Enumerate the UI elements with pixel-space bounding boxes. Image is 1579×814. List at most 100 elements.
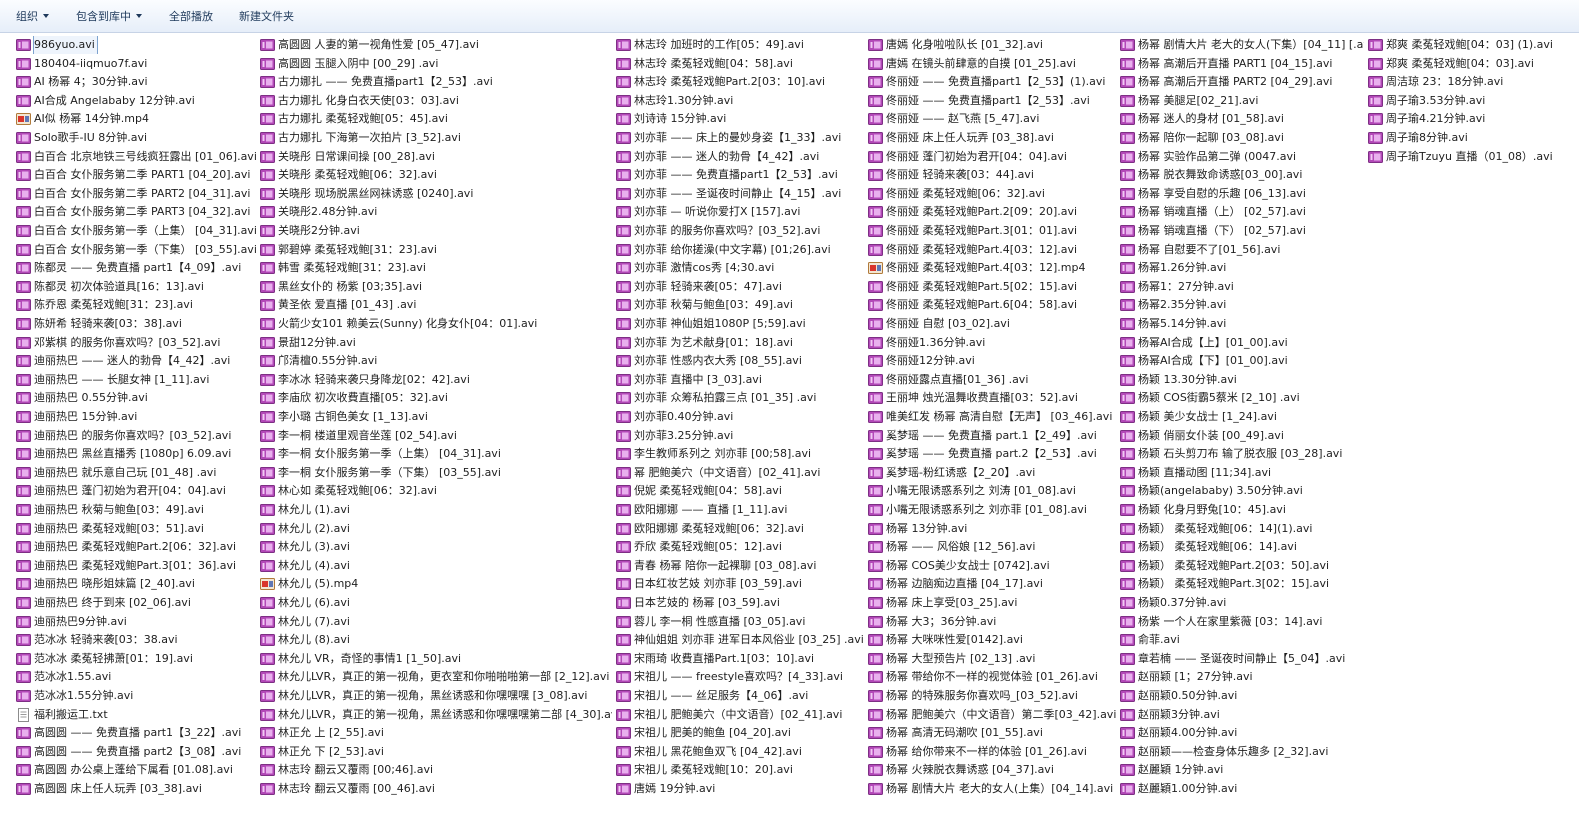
file-item[interactable]: 奚梦瑶 —— 免费直播 part.1【2_49】.avi — [868, 427, 1116, 445]
file-item[interactable]: 韩雪 柔菟轻戏鲍[31：23].avi — [260, 259, 612, 277]
file-item[interactable]: 郭碧婷 柔菟轻戏鲍[31：23].avi — [260, 241, 612, 259]
file-item[interactable]: 佟丽娅12分钟.avi — [868, 352, 1116, 370]
file-item[interactable]: 古力娜扎 下海第一次拍片 [3_52].avi — [260, 129, 612, 147]
file-item[interactable]: 迪丽热巴 秋菊与鲍鱼[03：49].avi — [16, 501, 256, 519]
file-item[interactable]: 奚梦瑶 —— 免费直播 part.2【2_53】.avi — [868, 445, 1116, 463]
file-item[interactable]: 迪丽热巴 柔菟轻戏鲍Part.3[01：36].avi — [16, 557, 256, 575]
file-item[interactable]: 李一桐 楼道里观音坐莲 [02_54].avi — [260, 427, 612, 445]
file-item[interactable]: AI合成 Angelababy 12分钟.avi — [16, 92, 256, 110]
file-item[interactable]: 林志玲 翻云又覆雨 [00_46].avi — [260, 780, 612, 798]
file-item[interactable]: 刘亦菲 性感内衣大秀 [08_55].avi — [616, 352, 864, 370]
file-item[interactable]: 高圆圆 玉腿入阴中 [00_29] .avi — [260, 55, 612, 73]
file-item[interactable]: 景甜12分钟.avi — [260, 334, 612, 352]
file-item[interactable]: 刘亦菲0.40分钟.avi — [616, 408, 864, 426]
file-item[interactable]: 林志玲 柔菟轻戏鲍Part.2[03：10].avi — [616, 73, 864, 91]
file-item[interactable]: 范冰冰 轻骑来袭[03：38.avi — [16, 631, 256, 649]
file-item[interactable]: 迪丽热巴 柔菟轻戏鲍[03：51].avi — [16, 520, 256, 538]
file-item[interactable]: 佟丽娅 自慰 [03_02].avi — [868, 315, 1116, 333]
file-item[interactable]: 宋祖儿 肥美的鲍鱼 [04_20].avi — [616, 724, 864, 742]
play-all-button[interactable]: 全部播放 — [169, 9, 213, 25]
file-item[interactable]: 李一桐 女仆服务第一季（上集） [04_31].avi — [260, 445, 612, 463]
file-item[interactable]: 高圆圆 —— 免费直播 part2【3_08】.avi — [16, 743, 256, 761]
file-item[interactable]: 佟丽娅 柔菟轻戏鲍Part.2[09：20].avi — [868, 203, 1116, 221]
file-item[interactable]: 杨颖 化身月野兔[10：45].avi — [1120, 501, 1364, 519]
file-item[interactable]: 林允儿 (6).avi — [260, 594, 612, 612]
file-item[interactable]: 刘诗诗 15分钟.avi — [616, 110, 864, 128]
file-item[interactable]: 杨颖 俏丽女仆装 [00_49].avi — [1120, 427, 1364, 445]
file-item[interactable]: 白百合 女仆服务第一季（下集） [03_55].avi — [16, 241, 256, 259]
file-item[interactable]: 白百合 女仆服务第二季 PART2 [04_31].avi — [16, 185, 256, 203]
file-item[interactable]: 迪丽热巴 就乐意自己玩 [01_48] .avi — [16, 464, 256, 482]
file-item[interactable]: 周子瑜4.21分钟.avi — [1368, 110, 1568, 128]
file-item[interactable]: 刘亦菲 给你搓澡(中文字幕) [01;26].avi — [616, 241, 864, 259]
file-item[interactable]: 陈妍希 轻骑来袭[03：38].avi — [16, 315, 256, 333]
file-item[interactable]: 周子瑜8分钟.avi — [1368, 129, 1568, 147]
file-item[interactable]: 林志玲1.30分钟.avi — [616, 92, 864, 110]
file-item[interactable]: 郑爽 柔菟轻戏鲍[04：03].avi — [1368, 55, 1568, 73]
file-item[interactable]: 李生教师系列之 刘亦菲 [00;58].avi — [616, 445, 864, 463]
file-item[interactable]: 福利搬运工.txt — [16, 706, 256, 724]
file-item[interactable]: 迪丽热巴 晓彤姐妹篇 [2_40].avi — [16, 575, 256, 593]
file-item[interactable]: 刘亦菲 神仙姐姐1080P [5;59].avi — [616, 315, 864, 333]
file-item[interactable]: 迪丽热巴 终于到来 [02_06].avi — [16, 594, 256, 612]
file-item[interactable]: 佟丽娅 柔菟轻戏鲍Part.6[04：58].avi — [868, 296, 1116, 314]
file-item[interactable]: 邓紫棋 的服务你喜欢吗？[03_52].avi — [16, 334, 256, 352]
file-item[interactable]: 杨幂 床上享受[03_25].avi — [868, 594, 1116, 612]
file-item[interactable]: 幂 肥鲍美穴（中文语音）[02_41].avi — [616, 464, 864, 482]
file-item[interactable]: 小嘴无限诱惑系列之 刘亦菲 [01_08].avi — [868, 501, 1116, 519]
file-item[interactable]: 杨幂 剧情大片 老大的女人(下集）[04_11] [.avi — [1120, 36, 1364, 54]
file-item[interactable]: 迪丽热巴 —— 长腿女神 [1_11].avi — [16, 371, 256, 389]
file-item[interactable]: 杨幂AI合成【上】[01_00].avi — [1120, 334, 1364, 352]
file-item[interactable]: 宋祖儿 黑花鲍鱼双飞 [04_42].avi — [616, 743, 864, 761]
file-item[interactable]: 刘亦菲 轻骑来袭[05：47].avi — [616, 278, 864, 296]
file-item[interactable]: 杨幂 肥鲍美穴（中文语音）第二季[03_42].avi — [868, 706, 1116, 724]
file-item[interactable]: 佟丽娅 床上任人玩弄 [03_38].avi — [868, 129, 1116, 147]
file-item[interactable]: 刘亦菲 —— 免费直播part1【2_53】.avi — [616, 166, 864, 184]
file-item[interactable]: AI 杨幂 4；30分钟.avi — [16, 73, 256, 91]
file-item[interactable]: 林允儿 (2).avi — [260, 520, 612, 538]
file-item[interactable]: 180404-iiqmuo7f.avi — [16, 55, 256, 73]
file-item[interactable]: 唐嫣 化身啦啦队长 [01_32].avi — [868, 36, 1116, 54]
file-item[interactable]: 林志玲 加班时的工作[05：49].avi — [616, 36, 864, 54]
file-item[interactable]: 迪丽热巴 的服务你喜欢吗？[03_52].avi — [16, 427, 256, 445]
file-item[interactable]: 林心如 柔菟轻戏鲍[06：32].avi — [260, 482, 612, 500]
file-item[interactable]: 杨幂 的特殊服务你喜欢吗_[03_52].avi — [868, 687, 1116, 705]
file-item[interactable]: 高圆圆 床上任人玩弄 [03_38].avi — [16, 780, 256, 798]
file-item[interactable]: 神仙姐姐 刘亦菲 进军日本风俗业 [03_25] .avi — [616, 631, 864, 649]
file-item[interactable]: 宋祖儿 柔菟轻戏鲍[10：20].avi — [616, 761, 864, 779]
file-item[interactable]: 白百合 女仆服务第一季（上集） [04_31].avi — [16, 222, 256, 240]
file-item[interactable]: 蓉儿 李一桐 性感直播 [03_05].avi — [616, 613, 864, 631]
file-item[interactable]: 林允儿LVR，真正的第一视角，更衣室和你啪啪啪第一部 [2_12].avi — [260, 668, 612, 686]
file-item[interactable]: 杨幂 陪你一起聊 [03_08].avi — [1120, 129, 1364, 147]
file-item[interactable]: 范冰冰1.55.avi — [16, 668, 256, 686]
file-item[interactable]: 刘亦菲 —— 圣诞夜时间静止【4_15】.avi — [616, 185, 864, 203]
file-item[interactable]: 关晓彤 日常课间操 [00_28].avi — [260, 148, 612, 166]
file-item[interactable]: 周子瑜Tzuyu 直播（01_08）.avi — [1368, 148, 1568, 166]
file-item[interactable]: 刘亦菲 的服务你喜欢吗？[03_52].avi — [616, 222, 864, 240]
file-item[interactable]: 古力娜扎 柔菟轻戏鲍[05：45].avi — [260, 110, 612, 128]
file-item[interactable]: 迪丽热巴 黑丝直播秀 [1080p] 6.09.avi — [16, 445, 256, 463]
file-item[interactable]: 古力娜扎 —— 免费直播part1【2_53】.avi — [260, 73, 612, 91]
file-item[interactable]: 佟丽娅 柔菟轻戏鲍Part.5[02：15].avi — [868, 278, 1116, 296]
file-item[interactable]: 杨颖） 柔菟轻戏鲍[06：14].avi — [1120, 538, 1364, 556]
file-item[interactable]: 王丽坤 烛光温舞收费直播[03：52].avi — [868, 389, 1116, 407]
file-item[interactable]: 刘亦菲 为艺术献身[01：18].avi — [616, 334, 864, 352]
file-item[interactable]: 高圆圆 —— 免费直播 part1【3_22】.avi — [16, 724, 256, 742]
file-item[interactable]: 关晓彤 柔菟轻戏鲍[06：32].avi — [260, 166, 612, 184]
file-item[interactable]: 白百合 北京地铁三号线疯狂露出 [01_06].avi — [16, 148, 256, 166]
file-item[interactable]: 高圆圆 人妻的第一视角性爱 [05_47].avi — [260, 36, 612, 54]
file-item[interactable]: 关晓彤 现场脱黑丝网袜诱惑 [0240].avi — [260, 185, 612, 203]
file-item[interactable]: 白百合 女仆服务第二季 PART3 [04_32].avi — [16, 203, 256, 221]
file-item[interactable]: 佟丽娅 柔菟轻戏鲍Part.3[01：01].avi — [868, 222, 1116, 240]
file-item[interactable]: 杨幂 自慰要不了[01_56].avi — [1120, 241, 1364, 259]
file-item[interactable]: 杨幂 —— 风俗娘 [12_56].avi — [868, 538, 1116, 556]
file-item[interactable]: 林志玲 翻云又覆雨 [00;46].avi — [260, 761, 612, 779]
file-item[interactable]: 佟丽娅1.36分钟.avi — [868, 334, 1116, 352]
file-item[interactable]: 杨颖 COS街霸5蔡米 [2_10] .avi — [1120, 389, 1364, 407]
file-item[interactable]: 宋祖儿 —— 丝足服务【4_06】.avi — [616, 687, 864, 705]
file-item[interactable]: 杨颖(angelababy) 3.50分钟.avi — [1120, 482, 1364, 500]
file-item[interactable]: 刘亦菲 —— 床上的曼妙身姿【1_33】.avi — [616, 129, 864, 147]
file-item[interactable]: 杨幂 销魂直播（上） [02_57].avi — [1120, 203, 1364, 221]
file-item[interactable]: 杨幂1.26分钟.avi — [1120, 259, 1364, 277]
file-item[interactable]: 杨幂 带给你不一样的视觉体验 [01_26].avi — [868, 668, 1116, 686]
